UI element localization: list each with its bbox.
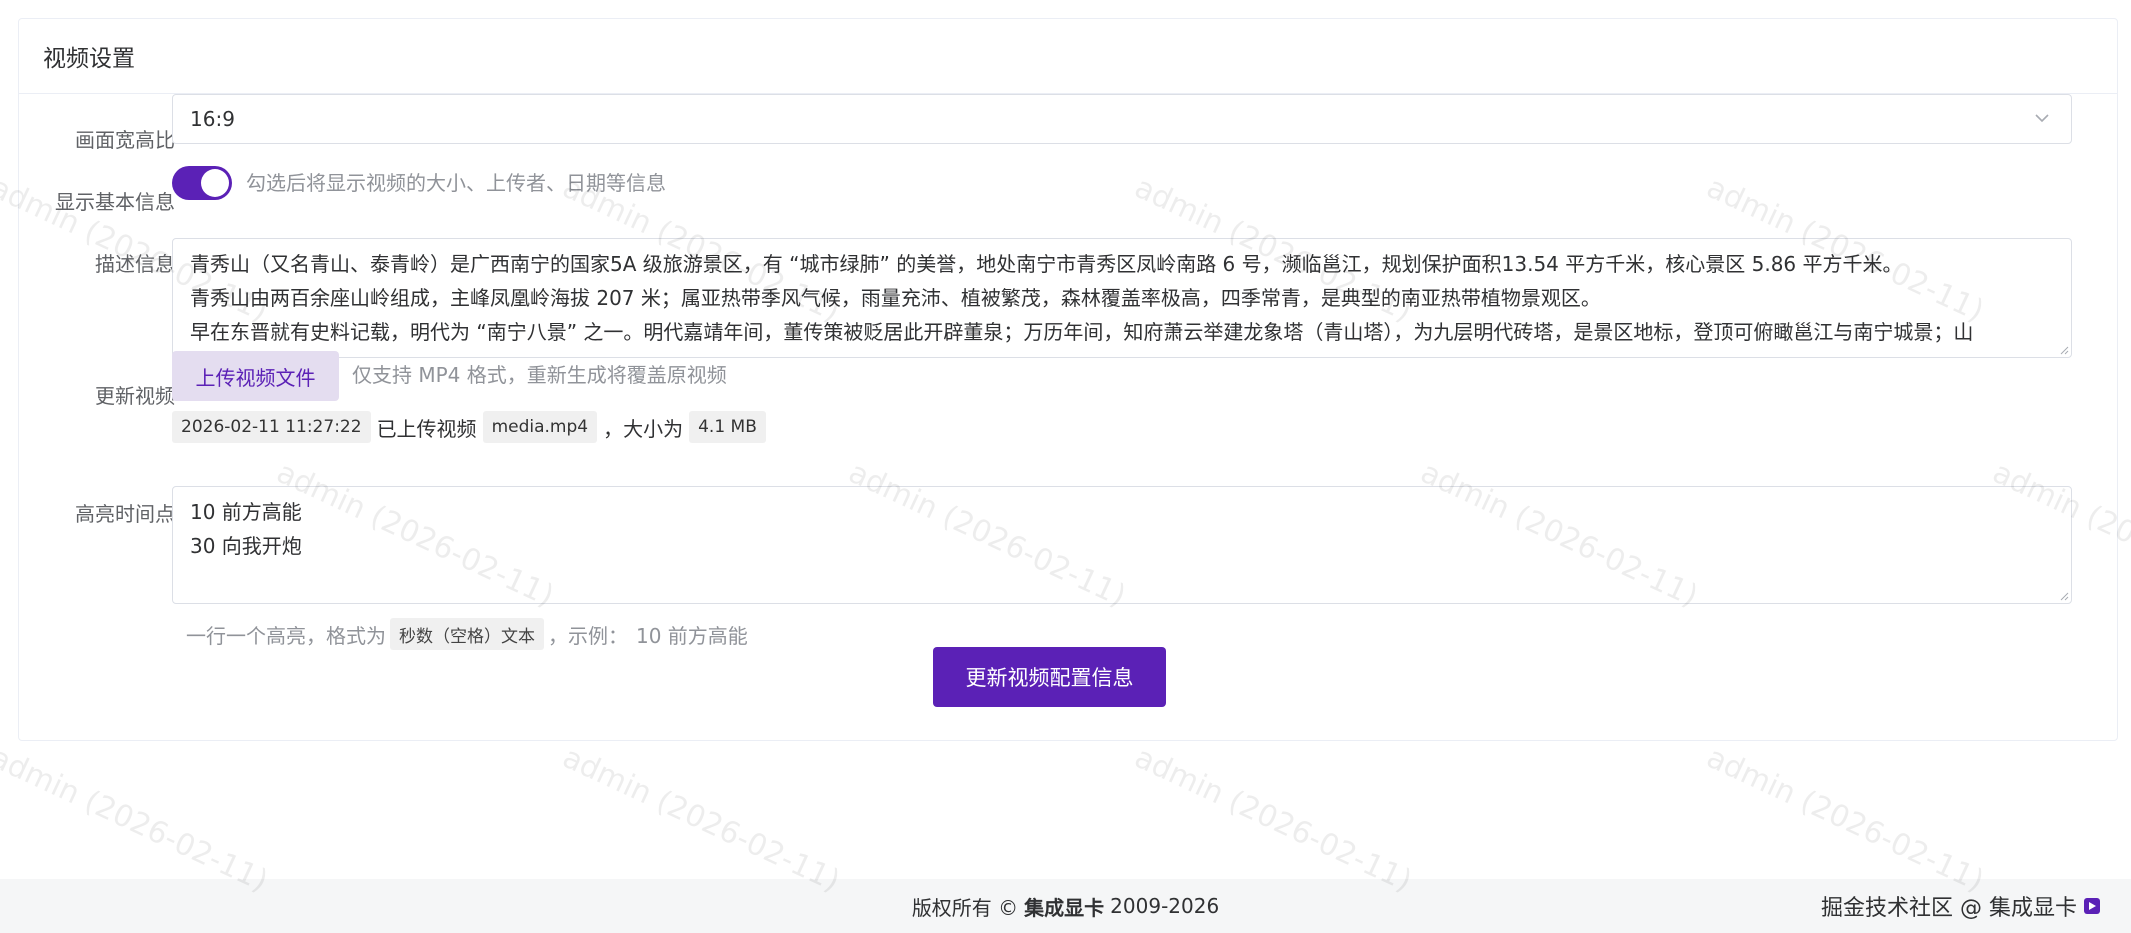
chevron-down-icon: [2035, 114, 2049, 123]
highlight-line: 30 向我开炮: [190, 534, 302, 558]
filename-tag: media.mp4: [482, 411, 598, 443]
switch-knob: [201, 169, 229, 197]
upload-video-button[interactable]: 上传视频文件: [172, 351, 339, 401]
description-line: 青秀山由两百余座山岭组成，主峰凤凰岭海拔 207 米；属亚热带季风气候，雨量充沛…: [190, 286, 1601, 310]
footer-years: 2009-2026: [1110, 894, 1220, 918]
hint-example-prefix: ，示例：: [548, 623, 628, 648]
footer: 版权所有 © 集成显卡 2009-2026: [0, 879, 2131, 933]
upload-hint: 仅支持 MP4 格式，重新生成将覆盖原视频: [352, 363, 727, 387]
highlights-label: 高亮时间点: [75, 502, 175, 526]
description-label: 描述信息: [95, 252, 175, 276]
corner-watermark: 掘金技术社区 @ 集成显卡: [1821, 879, 2101, 933]
highlight-line: 10 前方高能: [190, 500, 302, 524]
card-header: 视频设置: [19, 19, 2117, 94]
description-textarea[interactable]: 青秀山（又名青山、泰青岭）是广西南宁的国家5A 级旅游景区，有 “城市绿肺” 的…: [172, 238, 2072, 358]
corner-watermark-text: 掘金技术社区 @ 集成显卡: [1821, 896, 2077, 921]
card-title: 视频设置: [43, 46, 135, 72]
highlights-textarea[interactable]: 10 前方高能 30 向我开炮: [172, 486, 2072, 604]
watermark: admin (2026-02-11): [0, 740, 274, 900]
footer-copyright-prefix: 版权所有 ©: [911, 895, 1019, 920]
description-line: 早在东晋就有史料记载，明代为 “南宁八景” 之一。明代嘉靖年间，董传策被贬居此开…: [190, 320, 1974, 344]
update-video-label: 更新视频: [95, 384, 175, 408]
highlights-hint: 一行一个高亮，格式为 秒数（空格）文本 ，示例： 10 前方高能: [186, 618, 748, 650]
hint-format-tag: 秒数（空格）文本: [390, 618, 544, 650]
description-line: 青秀山（又名青山、泰青岭）是广西南宁的国家5A 级旅游景区，有 “城市绿肺” 的…: [190, 252, 1903, 276]
update-config-button[interactable]: 更新视频配置信息: [933, 647, 1166, 707]
basic-info-label: 显示基本信息: [55, 190, 175, 214]
aspect-ratio-value: 16:9: [190, 107, 235, 131]
basic-info-switch[interactable]: [172, 166, 232, 200]
size-prefix: ，大小为: [603, 416, 684, 441]
watermark: admin (2026-02-11): [1129, 740, 1418, 900]
logo-icon: [2084, 898, 2100, 914]
hint-example: 10 前方高能: [636, 623, 748, 648]
hint-prefix: 一行一个高亮，格式为: [186, 623, 386, 648]
resize-handle-icon[interactable]: [2059, 591, 2069, 601]
aspect-ratio-select[interactable]: 16:9: [172, 94, 2072, 144]
uploaded-info: 2026-02-11 11:27:22 已上传视频 media.mp4 ，大小为…: [172, 411, 772, 443]
aspect-ratio-label: 画面宽高比: [75, 128, 175, 152]
watermark: admin (2026-02-11): [557, 740, 846, 900]
resize-handle-icon[interactable]: [2059, 345, 2069, 355]
filesize-tag: 4.1 MB: [689, 411, 766, 443]
uploaded-text: 已上传视频: [376, 416, 477, 441]
watermark: admin (2026-02-11): [1701, 740, 1990, 900]
basic-info-hint: 勾选后将显示视频的大小、上传者、日期等信息: [246, 171, 666, 195]
upload-timestamp-tag: 2026-02-11 11:27:22: [172, 411, 371, 443]
footer-brand[interactable]: 集成显卡: [1024, 892, 1104, 921]
